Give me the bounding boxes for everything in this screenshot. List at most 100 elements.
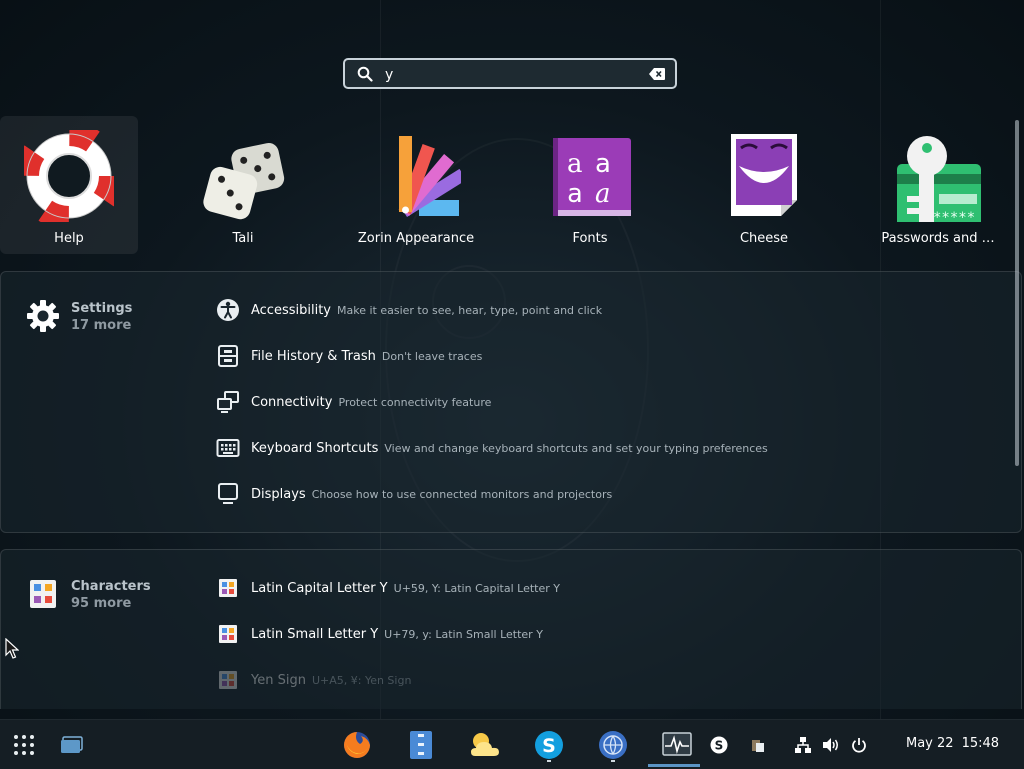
tray-power[interactable] [848,734,870,756]
skype-icon: S [535,731,563,759]
result-yen-sign[interactable]: Yen Sign U+A5, ¥: Yen Sign [215,665,411,695]
color-swatch-icon [398,136,461,217]
clear-search-icon[interactable] [649,68,665,80]
taskbar-web-browser[interactable] [596,728,630,762]
result-file-history-trash[interactable]: File History & Trash Don't leave traces [215,341,482,371]
svg-text:a: a [595,179,611,209]
workspaces-button[interactable] [55,728,89,762]
app-fonts[interactable]: a a a a Fonts [521,116,659,254]
result-title: Keyboard Shortcuts [251,440,379,456]
results-scrollbar[interactable] [1014,120,1020,696]
tray-network[interactable] [792,734,814,756]
result-description: Make it easier to see, hear, type, point… [337,303,603,317]
clock-time: 15:48 [961,736,1000,751]
tray-volume[interactable] [820,734,842,756]
result-connectivity[interactable]: Connectivity Protect connectivity featur… [215,387,491,417]
dice-icon [203,142,285,220]
result-displays[interactable]: Displays Choose how to use connected mon… [215,479,612,509]
svg-text:S: S [715,739,724,753]
clock-date: May 22 [906,736,954,751]
svg-text:S: S [542,735,556,757]
tray-clipboard[interactable] [747,734,769,756]
search-input[interactable] [383,64,647,86]
clock[interactable]: May 22 15:48 [906,736,999,751]
search-icon [357,66,373,82]
app-tali[interactable]: Tali [174,116,312,254]
volume-icon [823,738,838,752]
accessibility-icon [215,297,241,323]
result-description: Don't leave traces [381,349,483,363]
result-accessibility[interactable]: Accessibility Make it easier to see, hea… [215,295,602,325]
file-cabinet-icon [215,343,241,369]
result-keyboard-shortcuts[interactable]: Keyboard Shortcuts View and change keybo… [215,433,768,463]
fonts-book-icon: a a a a [553,138,631,216]
result-description: View and change keyboard shortcuts and s… [384,441,768,455]
gear-icon [27,300,59,332]
network-computers-icon [215,389,241,415]
monitor-icon [215,481,241,507]
taskbar-skype[interactable]: S [532,728,566,762]
active-window-indicator [648,764,700,767]
app-label: Cheese [739,231,789,246]
app-help[interactable]: Help [0,116,138,254]
result-latin-small-y[interactable]: Latin Small Letter Y U+79, y: Latin Smal… [215,619,543,649]
provider-more-count: 95 more [71,596,132,611]
svg-text:*****: ***** [933,210,975,222]
taskbar-files[interactable] [404,728,438,762]
files-icon [410,731,432,759]
characters-app-icon [215,667,241,693]
result-description: U+79, y: Latin Small Letter Y [384,627,543,641]
characters-provider[interactable]: Characters 95 more [27,578,151,612]
taskbar-weather[interactable] [468,728,502,762]
taskbar-system-monitor[interactable] [660,728,694,762]
taskbar-firefox[interactable] [340,728,374,762]
settings-results-panel: Settings 17 more Accessibility Make it e… [0,271,1022,533]
app-label: Fonts [572,231,608,246]
cheese-webcam-icon [731,134,797,216]
app-label: Zorin Appearance [357,231,475,246]
key-card-icon: ***** [897,136,981,222]
app-results-grid: Help Tali Zorin Appearance a a a a Fonts… [0,116,1024,256]
result-title: Yen Sign [251,672,306,688]
result-description: U+59, Y: Latin Capital Letter Y [393,581,560,595]
characters-app-icon [215,575,241,601]
app-passwords-and-keys[interactable]: ***** Passwords and … [869,116,1007,254]
taskbar: S S May 22 15:48 [0,719,1024,769]
app-label: Help [54,231,84,246]
skype-tray-icon: S [710,736,728,754]
windows-overview-icon [61,736,83,753]
app-label: Passwords and … [881,231,995,246]
app-zorin-appearance[interactable]: Zorin Appearance [347,116,485,254]
tray-skype[interactable]: S [708,734,730,756]
provider-name: Settings [71,301,133,316]
result-title: Displays [251,486,306,502]
app-grid-icon [14,735,34,755]
result-description: Protect connectivity feature [338,395,492,409]
app-cheese[interactable]: Cheese [695,116,833,254]
settings-provider[interactable]: Settings 17 more [27,300,132,334]
keyboard-icon [215,435,241,461]
search-box[interactable] [343,58,677,89]
clipboard-icon [752,740,764,752]
result-title: Latin Capital Letter Y [251,580,388,596]
characters-results-panel: Characters 95 more Latin Capital Letter … [0,549,1022,709]
result-title: Latin Small Letter Y [251,626,379,642]
result-description: Choose how to use connected monitors and… [311,487,613,501]
app-launcher-button[interactable] [7,728,41,762]
web-browser-icon [599,731,627,759]
svg-text:a: a [567,149,583,179]
provider-name: Characters [71,579,151,594]
weather-icon [471,733,499,756]
characters-app-icon [30,580,56,608]
help-lifebuoy-icon [24,130,114,222]
result-description: U+A5, ¥: Yen Sign [311,673,412,687]
svg-text:a: a [595,149,611,179]
svg-text:a: a [567,179,583,209]
running-indicator [611,760,615,762]
result-latin-capital-y[interactable]: Latin Capital Letter Y U+59, Y: Latin Ca… [215,573,560,603]
system-monitor-icon [662,732,692,756]
characters-app-icon [215,621,241,647]
result-title: File History & Trash [251,348,376,364]
result-title: Accessibility [251,302,331,318]
scrollbar-thumb[interactable] [1015,120,1019,466]
